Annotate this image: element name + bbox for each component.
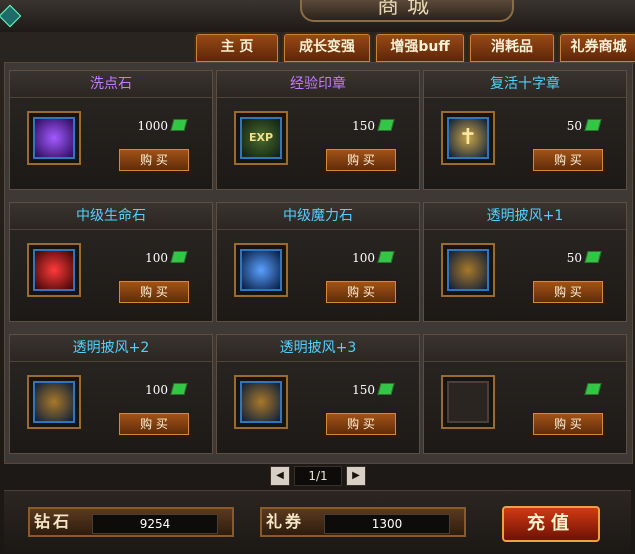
item-price: 50: [566, 251, 582, 265]
item-slot[interactable]: [27, 375, 81, 429]
pagination: ◀ 1/1 ▶: [270, 466, 366, 488]
tab-buff[interactable]: 增强buff: [374, 32, 466, 64]
item-card: 中级生命石 100 $ 购 买: [9, 202, 213, 322]
currency-bar: 钻石 9254 礼券 1300 充值: [4, 490, 631, 553]
shop-title: 商城: [300, 0, 514, 22]
item-price: 100: [145, 251, 168, 265]
red-gem-icon: [33, 249, 75, 291]
cash-icon: $: [170, 383, 188, 395]
coupon-value: 1300: [324, 514, 450, 534]
diamond-label: 钻石: [34, 512, 73, 531]
item-name: 经验印章: [217, 71, 419, 98]
corner-gem-icon: [0, 4, 22, 28]
item-slot[interactable]: ✝: [441, 111, 495, 165]
item-slot[interactable]: [441, 243, 495, 297]
item-card: 中级魔力石 100 $ 购 买: [216, 202, 420, 322]
buy-button[interactable]: 购 买: [531, 279, 605, 305]
title-bar: 商城: [0, 0, 635, 32]
item-name: 洗点石: [10, 71, 212, 98]
buy-button[interactable]: 购 买: [117, 411, 191, 437]
item-price: 150: [352, 383, 375, 397]
item-card: 透明披风+1 50 $ 购 买: [423, 202, 627, 322]
item-name: 透明披风+3: [217, 335, 419, 362]
coupon-panel: 礼券 1300: [260, 507, 466, 537]
buy-button[interactable]: 购 买: [531, 147, 605, 173]
item-name: [424, 335, 626, 362]
item-name: 透明披风+1: [424, 203, 626, 230]
buy-button[interactable]: 购 买: [531, 411, 605, 437]
item-slot[interactable]: [27, 243, 81, 297]
cash-icon: $: [584, 251, 602, 263]
next-page-button[interactable]: ▶: [346, 466, 366, 486]
cash-icon: $: [377, 119, 395, 131]
item-price: 50: [566, 119, 582, 133]
cloak-icon: [447, 249, 489, 291]
buy-button[interactable]: 购 买: [324, 279, 398, 305]
diamond-panel: 钻石 9254: [28, 507, 234, 537]
item-slot[interactable]: [441, 375, 495, 429]
page-indicator: 1/1: [294, 466, 342, 486]
buy-button[interactable]: 购 买: [117, 279, 191, 305]
item-slot[interactable]: [234, 243, 288, 297]
cash-icon: $: [584, 119, 602, 131]
blue-gem-icon: [240, 249, 282, 291]
cloak-icon: [240, 381, 282, 423]
buy-button[interactable]: 购 买: [324, 411, 398, 437]
exp-stamp-icon: EXP: [240, 117, 282, 159]
item-name: 中级魔力石: [217, 203, 419, 230]
item-card: 洗点石 1000 $ 购 买: [9, 70, 213, 190]
tab-consumables[interactable]: 消耗品: [468, 32, 556, 64]
item-card: 透明披风+2 100 $ 购 买: [9, 334, 213, 454]
item-price: 100: [145, 383, 168, 397]
item-price: 1000: [137, 119, 168, 133]
recharge-button[interactable]: 充值: [502, 506, 600, 542]
item-slot[interactable]: EXP: [234, 111, 288, 165]
buy-button[interactable]: 购 买: [324, 147, 398, 173]
item-card: 经验印章 EXP 150 $ 购 买: [216, 70, 420, 190]
tab-bar: 主 页 成长变强 增强buff 消耗品 礼券商城: [190, 32, 635, 64]
cash-icon: $: [377, 383, 395, 395]
item-name: 透明披风+2: [10, 335, 212, 362]
item-name: 中级生命石: [10, 203, 212, 230]
item-price: 150: [352, 119, 375, 133]
shop-window: 商城 主 页 成长变强 增强buff 消耗品 礼券商城 洗点石 1000 $ 购…: [0, 0, 635, 554]
item-card: 透明披风+3 150 $ 购 买: [216, 334, 420, 454]
item-name: 复活十字章: [424, 71, 626, 98]
empty-slot-icon: [447, 381, 489, 423]
cash-icon: $: [170, 119, 188, 131]
coupon-label: 礼券: [266, 512, 305, 531]
diamond-value: 9254: [92, 514, 218, 534]
prev-page-button[interactable]: ◀: [270, 466, 290, 486]
item-price: 100: [352, 251, 375, 265]
item-card: 复活十字章 ✝ 50 $ 购 买: [423, 70, 627, 190]
cash-icon: $: [584, 383, 602, 395]
cash-icon: $: [170, 251, 188, 263]
blue-crystal-icon: [33, 117, 75, 159]
tab-home[interactable]: 主 页: [194, 32, 280, 64]
tab-coupon-shop[interactable]: 礼券商城: [558, 32, 635, 64]
cash-icon: $: [377, 251, 395, 263]
item-card: $ 购 买: [423, 334, 627, 454]
item-slot[interactable]: [234, 375, 288, 429]
tab-growth[interactable]: 成长变强: [282, 32, 372, 64]
item-slot[interactable]: [27, 111, 81, 165]
cloak-icon: [33, 381, 75, 423]
golden-cross-icon: ✝: [447, 117, 489, 159]
buy-button[interactable]: 购 买: [117, 147, 191, 173]
